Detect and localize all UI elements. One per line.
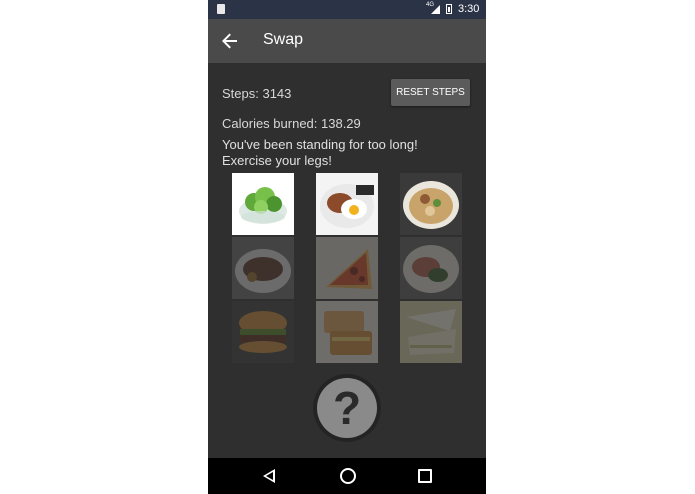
page-title: Swap bbox=[263, 31, 304, 48]
food-item-steak-plate[interactable] bbox=[232, 237, 294, 299]
battery-icon bbox=[446, 4, 452, 14]
status-time: 3:30 bbox=[458, 3, 480, 15]
sim-card-icon bbox=[217, 4, 225, 14]
steps-count: Steps: 3143 bbox=[222, 86, 292, 101]
navigation-bar bbox=[208, 458, 486, 494]
app-bar: Swap bbox=[208, 19, 486, 63]
status-bar: 4G 3:30 bbox=[208, 0, 486, 19]
food-item-meat-plate[interactable] bbox=[400, 237, 462, 299]
arrow-back-icon[interactable] bbox=[218, 29, 242, 53]
signal-icon bbox=[431, 5, 440, 14]
nav-recents-icon[interactable] bbox=[418, 469, 432, 483]
exercise-message: You've been standing for too long! Exerc… bbox=[222, 137, 418, 168]
food-item-sandwich-wedges[interactable] bbox=[400, 301, 462, 363]
food-item-salad[interactable] bbox=[232, 173, 294, 235]
nav-home-icon[interactable] bbox=[340, 468, 356, 484]
food-item-egg-dish[interactable] bbox=[316, 173, 378, 235]
food-item-noodle-soup[interactable] bbox=[400, 173, 462, 235]
calories-burned: Calories burned: 138.29 bbox=[222, 116, 361, 131]
main-content: Steps: 3143 RESET STEPS Calories burned:… bbox=[208, 63, 486, 458]
nav-back-icon[interactable] bbox=[263, 469, 275, 483]
question-mark-icon: ? bbox=[317, 378, 377, 438]
phone-screen: 4G 3:30 Swap Steps: 3143 RESET STEPS Cal… bbox=[208, 0, 486, 494]
reset-steps-button[interactable]: RESET STEPS bbox=[391, 79, 470, 106]
food-item-burger[interactable] bbox=[232, 301, 294, 363]
food-item-pizza-slice[interactable] bbox=[316, 237, 378, 299]
help-button[interactable]: ? bbox=[313, 374, 381, 442]
food-item-grilled-sandwich[interactable] bbox=[316, 301, 378, 363]
